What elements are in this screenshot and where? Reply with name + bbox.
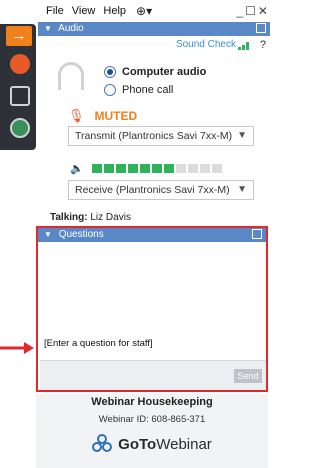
computer-audio-radio[interactable] — [104, 66, 116, 78]
chevron-down-icon: ▼ — [237, 130, 247, 141]
volume-bars — [91, 164, 224, 173]
pointer-arrow-icon — [0, 342, 34, 354]
collapse-arrow-icon[interactable]: → — [6, 26, 32, 46]
muted-microphone-icon: 🎙 — [68, 108, 85, 123]
webinar-id: Webinar ID: 608-865-371 — [98, 414, 206, 425]
transmit-device-value: Transmit (Plantronics Savi 7xx-M) — [75, 130, 233, 142]
receive-device-value: Receive (Plantronics Savi 7xx-M) — [75, 184, 230, 196]
receive-device-select[interactable]: Receive (Plantronics Savi 7xx-M) ▼ — [68, 180, 254, 200]
signal-strength-icon — [238, 42, 252, 50]
send-button[interactable]: Send — [234, 369, 262, 383]
menu-file[interactable]: File — [46, 5, 64, 17]
popout-icon[interactable] — [252, 229, 262, 239]
phone-call-label: Phone call — [122, 84, 174, 96]
microphone-icon[interactable] — [10, 54, 30, 74]
screen-icon[interactable] — [10, 86, 30, 106]
window-controls[interactable]: _☐✕ — [237, 4, 271, 18]
collapse-triangle-icon[interactable]: ▼ — [44, 230, 52, 239]
phone-call-radio[interactable] — [104, 84, 116, 96]
gotowebinar-logo: GoToWebinar — [36, 434, 268, 454]
question-input[interactable]: [Enter a question for staff] — [44, 338, 153, 349]
audio-panel: Sound Check ? Computer audio Phone call … — [38, 36, 270, 222]
speaker-icon: 🔈 — [70, 163, 84, 175]
gotowebinar-logo-icon — [92, 434, 113, 452]
computer-audio-option[interactable]: Computer audio — [104, 66, 206, 78]
questions-header-label: Questions — [58, 229, 104, 240]
talking-name: Liz Davis — [90, 212, 131, 223]
questions-highlight-frame: ▼ Questions [Enter a question for staff]… — [36, 226, 268, 392]
talking-label: Talking: — [50, 212, 88, 223]
raise-hand-icon[interactable] — [10, 118, 30, 138]
control-panel-toolbar: → — [0, 24, 36, 150]
transmit-device-select[interactable]: Transmit (Plantronics Savi 7xx-M) ▼ — [68, 126, 254, 146]
mute-status[interactable]: 🎙 MUTED — [68, 108, 137, 124]
question-footer: Send — [40, 360, 266, 390]
menu-help[interactable]: Help — [103, 5, 126, 17]
computer-audio-label: Computer audio — [122, 66, 207, 78]
popout-icon[interactable] — [256, 23, 266, 33]
muted-label: MUTED — [94, 109, 138, 123]
phone-call-option[interactable]: Phone call — [104, 84, 173, 96]
questions-panel-header[interactable]: ▼ Questions — [38, 228, 266, 242]
questions-log: [Enter a question for staff] Send — [40, 244, 266, 390]
menu-view[interactable]: View — [72, 5, 96, 17]
collapse-triangle-icon[interactable]: ▼ — [44, 24, 52, 33]
talking-indicator: Talking: Liz Davis — [50, 212, 131, 223]
webinar-info: Webinar Housekeeping Webinar ID: 608-865… — [36, 394, 268, 468]
logo-text: GoToWebinar — [118, 435, 212, 453]
headset-icon — [58, 62, 84, 90]
help-button[interactable]: ? — [260, 39, 266, 51]
globe-icon[interactable]: ⊕▾ — [136, 4, 152, 18]
menu-bar: File View Help ⊕▾ _☐✕ — [42, 0, 274, 22]
webinar-title: Webinar Housekeeping — [91, 396, 213, 408]
volume-meter: 🔈 — [70, 162, 224, 175]
audio-panel-header[interactable]: ▼ Audio — [38, 22, 270, 36]
audio-header-label: Audio — [58, 23, 84, 34]
sound-check-link[interactable]: Sound Check — [176, 39, 236, 50]
chevron-down-icon: ▼ — [237, 184, 247, 195]
